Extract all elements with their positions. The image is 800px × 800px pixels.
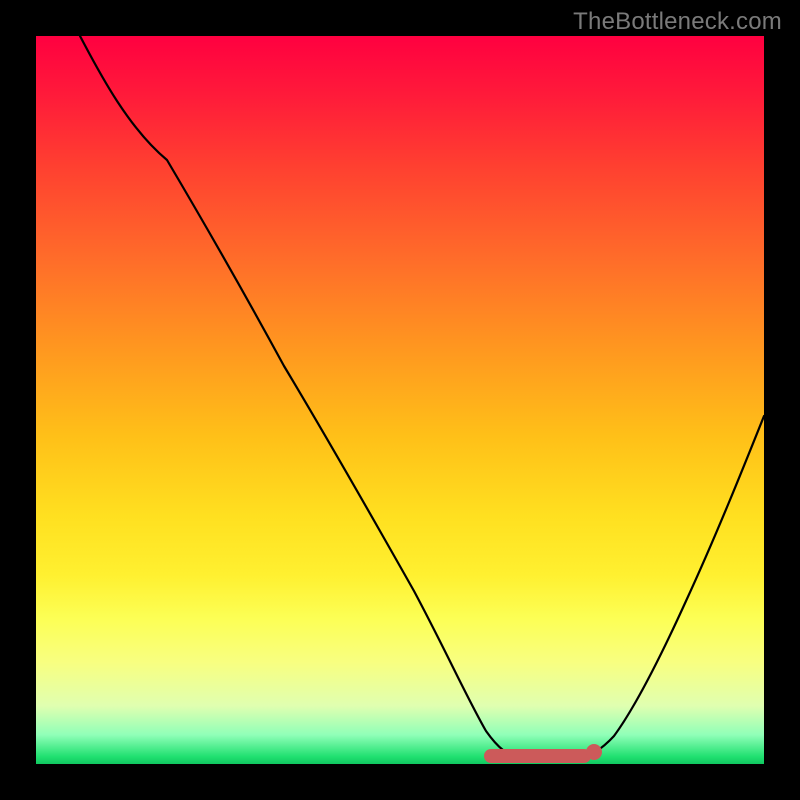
chart-stage: TheBottleneck.com xyxy=(0,0,800,800)
watermark-text: TheBottleneck.com xyxy=(573,8,782,36)
plot-area xyxy=(36,36,764,764)
bottleneck-curve-line xyxy=(80,36,764,758)
curve-layer xyxy=(36,36,764,764)
optimal-range-end-dot xyxy=(586,744,602,760)
